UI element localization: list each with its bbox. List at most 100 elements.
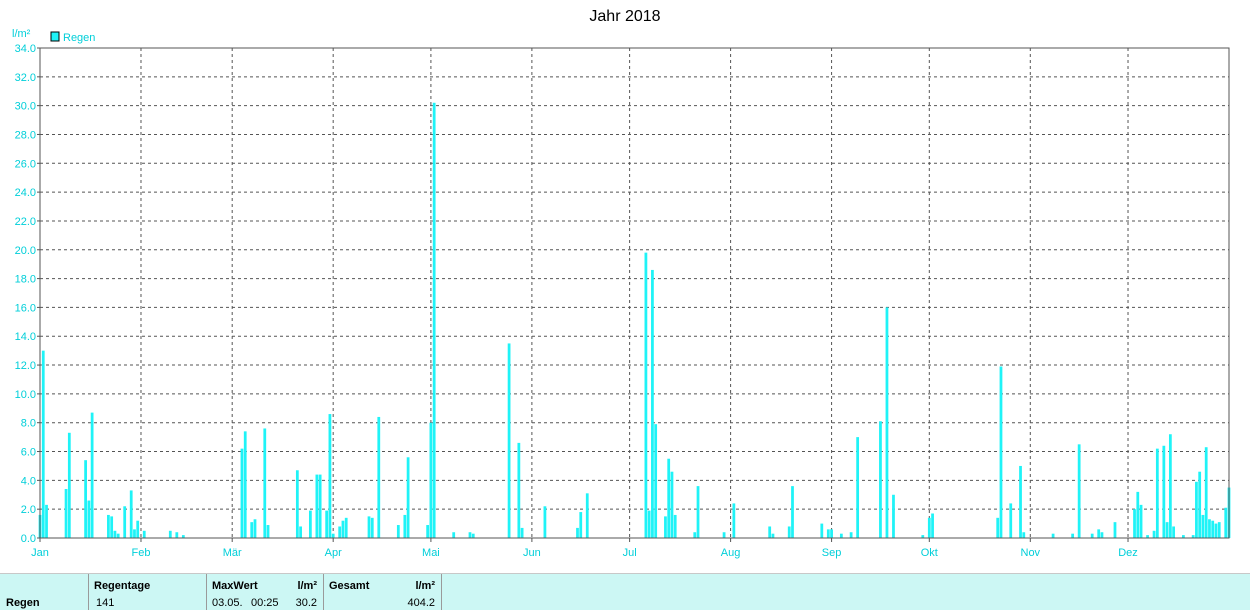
rain-bar bbox=[1136, 491, 1140, 538]
rain-bar bbox=[315, 474, 319, 538]
y-tick-label: 0.0 bbox=[21, 533, 36, 545]
rain-bar bbox=[123, 506, 127, 538]
y-tick-label: 34.0 bbox=[15, 43, 36, 55]
y-tick-label: 20.0 bbox=[15, 245, 36, 257]
y-tick-label: 28.0 bbox=[15, 129, 36, 141]
rain-bar bbox=[1214, 523, 1218, 538]
rain-bar bbox=[344, 517, 348, 538]
rain-bar bbox=[1139, 504, 1143, 538]
rain-bar bbox=[927, 517, 931, 538]
rain-bar bbox=[133, 529, 136, 538]
y-tick-label: 6.0 bbox=[21, 447, 36, 459]
rain-bar bbox=[406, 457, 410, 538]
rain-bar bbox=[1133, 509, 1136, 538]
rain-bar bbox=[517, 442, 521, 538]
rain-bar bbox=[266, 525, 270, 538]
rain-bar bbox=[931, 513, 934, 538]
rain-bar bbox=[452, 532, 456, 538]
x-tick-label: Okt bbox=[921, 547, 938, 559]
rain-bar bbox=[1168, 434, 1172, 538]
rain-bar bbox=[318, 474, 322, 538]
rain-bar bbox=[1071, 533, 1075, 538]
rain-bar bbox=[308, 510, 312, 538]
rain-bar bbox=[996, 517, 1000, 538]
rain-bar bbox=[1155, 448, 1159, 538]
maxwert-unit: l/m² bbox=[297, 580, 317, 592]
x-tick-label: Jun bbox=[523, 547, 541, 559]
rain-bar bbox=[839, 533, 843, 538]
x-tick-label: Aug bbox=[721, 547, 741, 559]
maxwert-value: 30.2 bbox=[295, 597, 317, 609]
rain-bar bbox=[1097, 529, 1101, 538]
x-tick-label: Apr bbox=[325, 547, 342, 559]
x-axis-ticks: Jan Feb Mär Apr Mai Jun Jul Aug Sep Okt Nov Dez bbox=[31, 538, 1138, 559]
rain-bar bbox=[426, 525, 430, 538]
y-tick-label: 18.0 bbox=[15, 274, 36, 286]
gesamt-value: 404.2 bbox=[407, 597, 435, 609]
rain-bar bbox=[243, 431, 247, 538]
y-tick-label: 10.0 bbox=[15, 389, 36, 401]
x-tick-label: Nov bbox=[1021, 547, 1041, 559]
rain-bar bbox=[673, 514, 677, 538]
rain-bar bbox=[651, 269, 654, 538]
rain-bar bbox=[647, 510, 651, 538]
maxwert-time: 00:25 bbox=[251, 597, 279, 609]
x-tick-label: Feb bbox=[131, 547, 150, 559]
rain-bar bbox=[1090, 533, 1094, 538]
rain-bar bbox=[520, 527, 524, 538]
x-tick-label: Mär bbox=[223, 547, 242, 559]
rain-bar bbox=[468, 532, 472, 538]
rain-bar bbox=[879, 421, 882, 538]
y-tick-label: 14.0 bbox=[15, 331, 36, 343]
stats-gesamt-cell: Gesamt l/m² 404.2 bbox=[323, 574, 442, 610]
rain-bar bbox=[1208, 519, 1211, 538]
rain-bar bbox=[791, 486, 794, 538]
rain-bar bbox=[168, 530, 172, 538]
x-tick-label: Sep bbox=[822, 547, 842, 559]
legend-label: Regen bbox=[63, 32, 95, 44]
y-axis-ticks: 0.0 2.0 4.0 6.0 8.0 10.0 12.0 14.0 16.0 18.0 20.0 2… bbox=[15, 43, 40, 545]
regentage-value: 141 bbox=[96, 597, 115, 609]
rain-bar bbox=[84, 460, 87, 538]
rain-bar bbox=[667, 458, 671, 538]
rain-bar bbox=[250, 522, 254, 538]
regentage-header: Regentage bbox=[94, 580, 151, 592]
rain-bar bbox=[892, 494, 895, 538]
rain-bar bbox=[543, 506, 547, 538]
gesamt-header: Gesamt bbox=[329, 580, 370, 592]
rain-bar bbox=[579, 512, 583, 538]
rain-bar bbox=[696, 486, 700, 538]
rain-bar bbox=[768, 526, 772, 538]
rain-bar bbox=[654, 424, 658, 538]
x-tick-label: Dez bbox=[1118, 547, 1138, 559]
rain-bar bbox=[263, 428, 267, 538]
y-tick-label: 24.0 bbox=[15, 187, 36, 199]
y-tick-label: 4.0 bbox=[21, 475, 36, 487]
rain-bar bbox=[45, 504, 48, 538]
x-tick-label: Jan bbox=[31, 547, 49, 559]
rain-bar bbox=[113, 530, 117, 538]
rain-bar bbox=[849, 532, 853, 538]
rain-bar bbox=[576, 527, 579, 538]
rain-bar bbox=[299, 526, 302, 538]
x-tick-label: Jul bbox=[623, 547, 637, 559]
rain-bar bbox=[1211, 520, 1215, 538]
rain-bar bbox=[1077, 444, 1081, 538]
rain-bar bbox=[664, 516, 667, 538]
maxwert-date: 03.05. bbox=[212, 597, 243, 609]
rain-bar bbox=[1204, 447, 1208, 538]
y-tick-label: 30.0 bbox=[15, 101, 36, 113]
rain-bar bbox=[999, 366, 1003, 538]
rain-bar bbox=[328, 414, 332, 538]
rain-bar bbox=[129, 490, 133, 538]
stats-divider-1 bbox=[0, 574, 89, 610]
rain-bar bbox=[1100, 532, 1104, 538]
rain-bar bbox=[1195, 481, 1198, 538]
rain-bar bbox=[885, 307, 889, 538]
rain-bar bbox=[253, 519, 257, 538]
rain-bar bbox=[1217, 522, 1221, 538]
rain-bar bbox=[67, 432, 71, 538]
rain-bar bbox=[136, 520, 140, 538]
stats-panel: Regen Regentage 141 MaxWert l/m² 03.05. … bbox=[0, 573, 1250, 610]
y-tick-label: 8.0 bbox=[21, 418, 36, 430]
